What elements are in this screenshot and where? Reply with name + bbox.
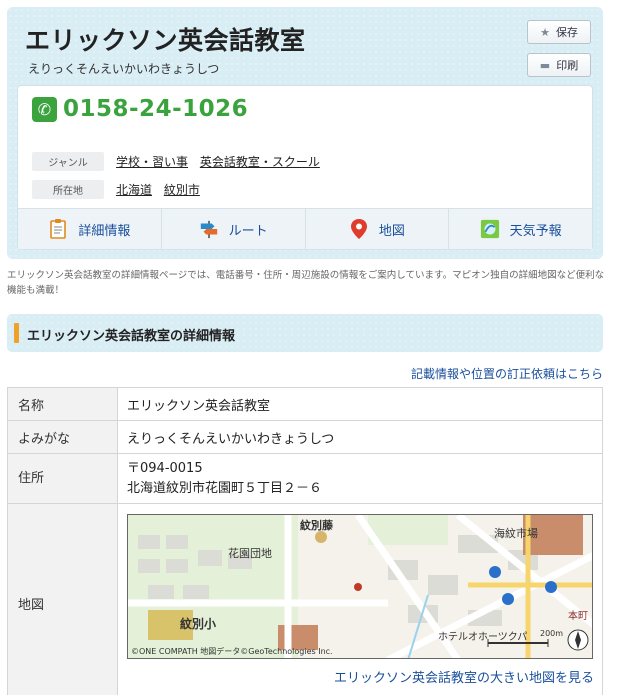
large-map-link[interactable]: エリックソン英会話教室の大きい地図を見る bbox=[127, 667, 602, 686]
address-value: 北海道紋別市花園町５丁目２－６ bbox=[127, 480, 323, 496]
location-row: 所在地 北海道 紋別市 bbox=[32, 180, 208, 199]
page-title: エリックソン英会話教室 bbox=[25, 26, 306, 55]
shop-header-card: エリックソン英会話教室 えりっくそんえいかいわきょうしつ ★ 保存 ▬ 印刷 ✆… bbox=[7, 7, 603, 259]
nav-route[interactable]: ルート bbox=[162, 209, 306, 249]
map-label-hotel: ホテルオホーツクパ bbox=[438, 632, 528, 643]
phone-number[interactable]: 0158-24-1026 bbox=[63, 96, 248, 122]
detail-nav: 詳細情報 ルート 地図 天気予報 bbox=[18, 208, 592, 249]
table-row: よみがな えりっくそんえいかいわきょうしつ bbox=[7, 420, 603, 454]
postal-code: 〒094-0015 bbox=[127, 460, 203, 476]
genre-label: ジャンル bbox=[32, 152, 104, 171]
weather-icon bbox=[480, 219, 499, 239]
location-label: 所在地 bbox=[32, 180, 104, 199]
section-accent-bar bbox=[14, 323, 19, 343]
map-label-honcho: 本町 bbox=[568, 611, 588, 622]
nav-map[interactable]: 地図 bbox=[306, 209, 450, 249]
correction-request-link[interactable]: 記載情報や位置の訂正依頼はこちら bbox=[411, 365, 603, 382]
address-cell: 〒094-0015 北海道紋別市花園町５丁目２－６ bbox=[117, 453, 603, 504]
table-row: 住所 〒094-0015 北海道紋別市花園町５丁目２－６ bbox=[7, 453, 603, 504]
route-sign-icon bbox=[200, 220, 217, 239]
section-header: エリックソン英会話教室の詳細情報 bbox=[7, 314, 603, 352]
nav-route-label: ルート bbox=[228, 223, 268, 239]
title-reading: えりっくそんえいかいわきょうしつ bbox=[28, 62, 220, 76]
map-label-school: 紋別小 bbox=[180, 617, 217, 631]
genre-link-school[interactable]: 学校・習い事 bbox=[116, 155, 188, 169]
star-icon: ★ bbox=[540, 25, 550, 39]
nav-map-label: 地図 bbox=[378, 223, 405, 239]
address-label: 住所 bbox=[7, 453, 118, 504]
genre-link-english-school[interactable]: 英会話教室・スクール bbox=[200, 155, 320, 169]
print-button[interactable]: ▬ 印刷 bbox=[527, 53, 591, 77]
info-box: ✆ 0158-24-1026 ジャンル 学校・習い事 英会話教室・スクール 所在… bbox=[17, 85, 593, 250]
save-label: 保存 bbox=[555, 26, 578, 39]
phone-row: ✆ 0158-24-1026 bbox=[32, 96, 248, 122]
section-title: エリックソン英会話教室の詳細情報 bbox=[27, 329, 236, 344]
reading-value: えりっくそんえいかいわきょうしつ bbox=[117, 420, 603, 454]
map-pin-icon bbox=[350, 219, 367, 239]
document-icon bbox=[50, 219, 67, 239]
map-label-hanazono: 花園団地 bbox=[228, 547, 272, 560]
genre-row: ジャンル 学校・習い事 英会話教室・スクール bbox=[32, 152, 328, 171]
table-row: 地図 紋別藤 花園団地 海紋市場 紋別小 ホテルオホーツクパ 本町 200m ©… bbox=[7, 503, 603, 695]
location-link-prefecture[interactable]: 北海道 bbox=[116, 183, 152, 197]
map-cell: 紋別藤 花園団地 海紋市場 紋別小 ホテルオホーツクパ 本町 200m ©ONE… bbox=[117, 503, 603, 695]
printer-icon: ▬ bbox=[539, 58, 551, 72]
nav-details[interactable]: 詳細情報 bbox=[18, 209, 162, 249]
map-label-fujimi: 紋別藤 bbox=[300, 519, 333, 532]
table-row: 名称 エリックソン英会話教室 bbox=[7, 387, 603, 421]
map-label-market: 海紋市場 bbox=[494, 527, 538, 540]
name-value: エリックソン英会話教室 bbox=[117, 387, 603, 421]
map-thumbnail[interactable]: 紋別藤 花園団地 海紋市場 紋別小 ホテルオホーツクパ 本町 200m ©ONE… bbox=[127, 514, 593, 659]
nav-weather[interactable]: 天気予報 bbox=[449, 209, 592, 249]
reading-label: よみがな bbox=[7, 420, 118, 454]
phone-icon: ✆ bbox=[32, 96, 57, 122]
detail-table: 名称 エリックソン英会話教室 よみがな えりっくそんえいかいわきょうしつ 住所 … bbox=[7, 387, 603, 695]
save-button[interactable]: ★ 保存 bbox=[527, 20, 591, 44]
print-label: 印刷 bbox=[556, 59, 579, 72]
map-credit: ©ONE COMPATH 地図データ©GeoTechnologies Inc. bbox=[131, 647, 333, 656]
nav-weather-label: 天気予報 bbox=[509, 223, 562, 239]
nav-details-label: 詳細情報 bbox=[78, 223, 131, 239]
name-label: 名称 bbox=[7, 387, 118, 421]
map-scale-label: 200m bbox=[540, 629, 564, 638]
page-description: エリックソン英会話教室の詳細情報ページでは、電話番号・住所・周辺施設の情報をご案… bbox=[7, 270, 605, 296]
map-label: 地図 bbox=[7, 503, 118, 695]
location-link-city[interactable]: 紋別市 bbox=[164, 183, 200, 197]
